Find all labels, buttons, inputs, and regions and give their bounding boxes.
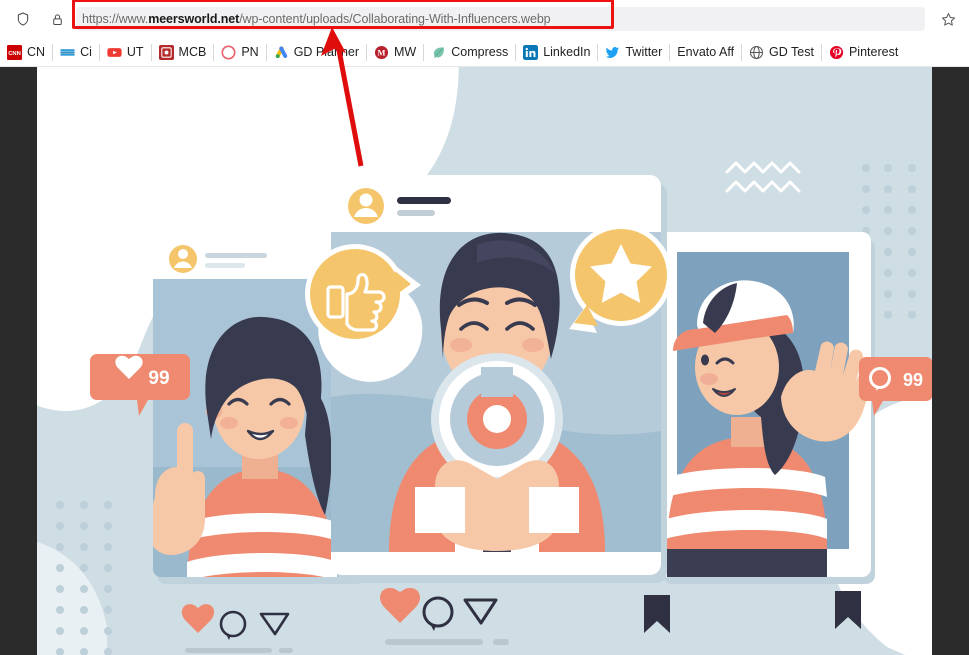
svg-text:99: 99 xyxy=(903,370,923,390)
bookmark-star-icon[interactable] xyxy=(935,7,961,31)
address-bar-text: https://www.meersworld.net/wp-content/up… xyxy=(76,12,551,26)
bookmark-label: GD Test xyxy=(769,44,814,59)
address-bar[interactable]: https://www.meersworld.net/wp-content/up… xyxy=(72,0,925,31)
bookmarks-bar: CNN CN Ci UT MCB PN GD Planner M MW Comp… xyxy=(0,38,969,67)
bookmark-cn[interactable]: CNN CN xyxy=(0,41,52,63)
pinterest-icon xyxy=(829,45,844,59)
bookmark-mcb[interactable]: MCB xyxy=(152,41,214,63)
bookmark-mw[interactable]: M MW xyxy=(367,41,423,63)
bookmark-label: LinkedIn xyxy=(543,44,591,59)
espn-icon xyxy=(60,48,75,56)
bookmark-label: Envato Aff xyxy=(677,44,735,59)
m-circle-icon: M xyxy=(374,45,389,59)
bookmark-label: GD Planner xyxy=(293,44,360,59)
bookmark-label: Pinterest xyxy=(848,44,899,59)
linkedin-icon xyxy=(523,44,539,60)
bookmark-gd-planner[interactable]: GD Planner xyxy=(267,41,366,63)
bookmark-label: MCB xyxy=(178,44,207,59)
bookmark-compress[interactable]: Compress xyxy=(424,41,515,63)
bookmark-label: UT xyxy=(126,44,144,59)
url-path: /wp-content/uploads/Collaborating-With-I… xyxy=(239,12,551,26)
app-icon xyxy=(158,44,174,60)
post-card-right xyxy=(659,232,875,629)
bookmark-pn[interactable]: PN xyxy=(214,41,265,63)
pinterest-circle-icon xyxy=(221,45,236,59)
globe-icon xyxy=(750,45,764,59)
bookmark-twitter[interactable]: Twitter xyxy=(598,41,669,63)
bookmark-label: PN xyxy=(241,44,259,59)
twitter-icon xyxy=(606,46,620,58)
bookmark-ci[interactable]: Ci xyxy=(53,41,99,63)
bookmark-label: Compress xyxy=(451,44,509,59)
bookmark-pinterest[interactable]: Pinterest xyxy=(822,41,905,63)
viewport-letterbox-left xyxy=(0,67,37,655)
google-ads-icon xyxy=(275,45,287,58)
cnn-icon: CNN xyxy=(7,44,22,60)
youtube-icon xyxy=(107,47,122,57)
lock-icon[interactable] xyxy=(46,8,68,30)
bookmark-label: Twitter xyxy=(625,44,663,59)
svg-text:M: M xyxy=(378,47,386,57)
bookmark-linkedin[interactable]: LinkedIn xyxy=(516,41,597,63)
leaf-icon xyxy=(434,46,445,58)
bookmark-label: MW xyxy=(394,44,417,59)
url-domain: meersworld.net xyxy=(148,12,240,26)
bookmark-label: Ci xyxy=(80,44,92,59)
svg-text:CNN: CNN xyxy=(8,50,21,56)
bookmark-envato-aff[interactable]: Envato Aff xyxy=(670,41,741,63)
browser-window: https://www.meersworld.net/wp-content/up… xyxy=(0,0,969,655)
browser-toolbar: https://www.meersworld.net/wp-content/up… xyxy=(0,0,969,38)
bookmark-gd-test[interactable]: GD Test xyxy=(742,41,821,63)
bookmark-label: CN xyxy=(27,44,46,59)
page-viewport: 99 99 xyxy=(0,67,969,655)
bookmark-ut[interactable]: UT xyxy=(100,41,151,63)
url-prefix: https://www. xyxy=(82,12,149,26)
influencer-illustration: 99 99 xyxy=(37,67,932,655)
svg-text:99: 99 xyxy=(148,368,169,389)
shield-icon[interactable] xyxy=(12,8,34,30)
